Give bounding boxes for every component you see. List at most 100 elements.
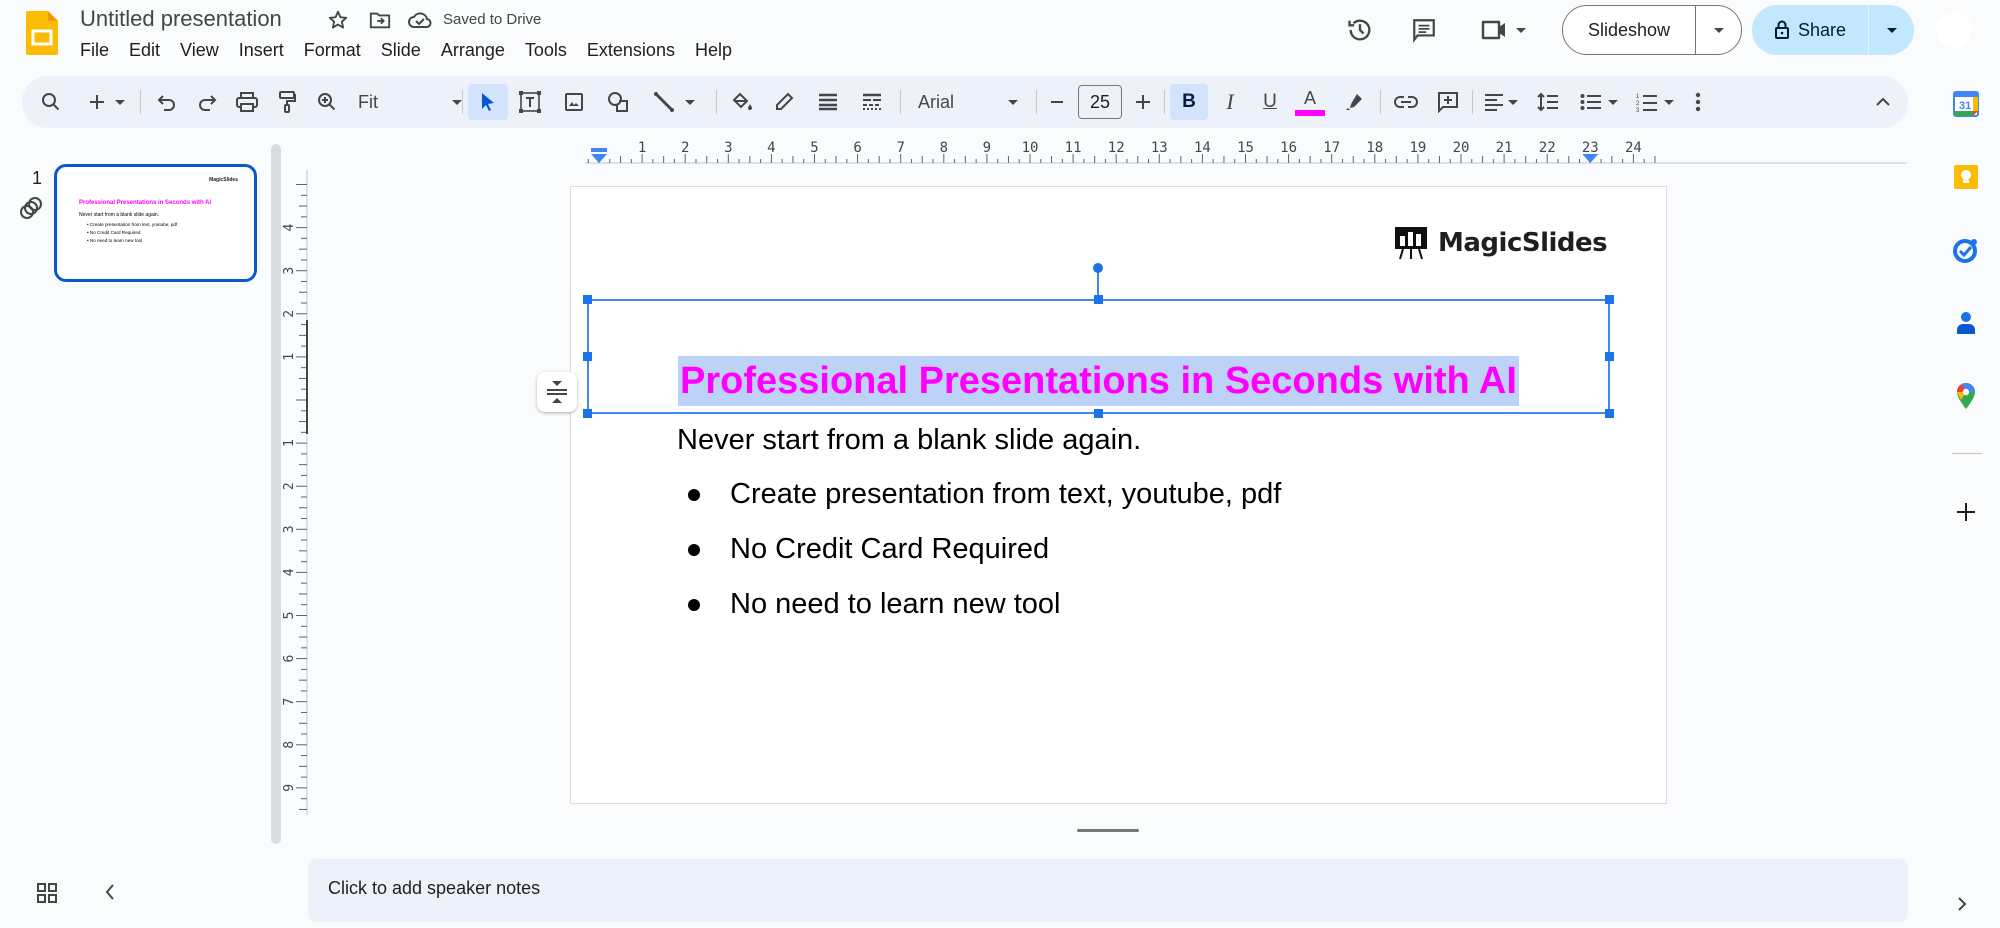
select-tool[interactable] xyxy=(468,84,508,120)
tasks-icon[interactable] xyxy=(1950,234,1982,266)
menu-format[interactable]: Format xyxy=(304,40,371,61)
slide-title[interactable]: Professional Presentations in Seconds wi… xyxy=(678,356,1519,406)
account-avatar[interactable] xyxy=(1936,12,1972,48)
shape-icon[interactable] xyxy=(600,84,636,120)
bold-icon: B xyxy=(1182,91,1196,112)
redo-icon[interactable] xyxy=(192,84,222,120)
autofit-button[interactable] xyxy=(537,372,577,412)
more-options-icon[interactable] xyxy=(1686,84,1710,120)
resize-handle[interactable] xyxy=(1605,352,1614,361)
ruler-label: 6 xyxy=(282,655,297,663)
collapse-filmstrip-icon[interactable] xyxy=(100,882,124,906)
grid-view-icon[interactable] xyxy=(36,882,60,906)
resize-handle[interactable] xyxy=(583,295,592,304)
resize-handle[interactable] xyxy=(1605,409,1614,418)
menu-extensions[interactable]: Extensions xyxy=(587,40,685,61)
numbered-list-icon: 123 xyxy=(1636,94,1657,112)
new-slide-button[interactable] xyxy=(82,84,132,120)
menu-arrange[interactable]: Arrange xyxy=(441,40,515,61)
rotate-handle[interactable] xyxy=(1093,263,1103,273)
menu-help[interactable]: Help xyxy=(695,40,742,61)
save-status: Saved to Drive xyxy=(443,11,542,28)
notes-resize-handle[interactable] xyxy=(1077,829,1139,832)
highlight-color-icon[interactable] xyxy=(1336,84,1372,120)
magicslides-logo[interactable]: MagicSlides xyxy=(1394,226,1608,260)
resize-handle[interactable] xyxy=(1094,409,1103,418)
text-color-button[interactable]: A xyxy=(1292,84,1328,120)
zoom-icon[interactable] xyxy=(312,84,342,120)
menu-view[interactable]: View xyxy=(180,40,229,61)
comments-icon[interactable] xyxy=(1408,14,1440,46)
move-folder-icon[interactable] xyxy=(368,8,392,32)
slide-bullet[interactable]: No Credit Card Required xyxy=(688,533,1049,566)
undo-icon[interactable] xyxy=(152,84,182,120)
chevron-down-icon xyxy=(1608,99,1618,105)
get-add-ons-icon[interactable] xyxy=(1950,496,1982,528)
resize-handle[interactable] xyxy=(1094,295,1103,304)
border-color-icon[interactable] xyxy=(766,84,802,120)
bold-button[interactable]: B xyxy=(1170,84,1208,120)
version-history-icon[interactable] xyxy=(1344,14,1376,46)
zoom-select[interactable]: Fit xyxy=(350,84,470,120)
resize-handle[interactable] xyxy=(583,352,592,361)
ruler-label: 9 xyxy=(282,784,297,792)
search-menus-icon[interactable] xyxy=(36,84,66,120)
paint-format-icon[interactable] xyxy=(272,84,302,120)
align-button[interactable] xyxy=(1478,84,1524,120)
slide-bullet[interactable]: Create presentation from text, youtube, … xyxy=(688,478,1281,511)
decrease-font-size-icon[interactable] xyxy=(1040,84,1074,120)
ruler-label: 4 xyxy=(767,140,775,156)
keep-icon[interactable] xyxy=(1950,161,1982,193)
meet-button[interactable] xyxy=(1478,14,1528,46)
underline-button[interactable]: U xyxy=(1252,84,1288,120)
line-tool[interactable] xyxy=(644,84,704,120)
vertical-ruler[interactable]: 432112345678910 xyxy=(282,170,308,815)
resize-handle[interactable] xyxy=(583,409,592,418)
cloud-saved-icon[interactable] xyxy=(408,8,432,32)
font-size-input[interactable]: 25 xyxy=(1078,85,1122,119)
menu-insert[interactable]: Insert xyxy=(239,40,294,61)
slides-logo-icon[interactable] xyxy=(26,11,58,55)
filmstrip-scrollbar[interactable] xyxy=(271,144,281,844)
add-comment-icon[interactable] xyxy=(1430,84,1466,120)
increase-font-size-icon[interactable] xyxy=(1126,84,1160,120)
menu-slide[interactable]: Slide xyxy=(381,40,431,61)
italic-button[interactable]: I xyxy=(1212,84,1248,120)
ruler-label: 12 xyxy=(1108,140,1125,156)
side-panel-divider xyxy=(1952,453,1982,454)
star-icon[interactable] xyxy=(326,8,350,32)
print-icon[interactable] xyxy=(232,84,262,120)
resize-handle[interactable] xyxy=(1605,295,1614,304)
slideshow-options-button[interactable] xyxy=(1696,27,1741,33)
document-title[interactable]: Untitled presentation xyxy=(80,6,282,32)
slideshow-button[interactable]: Slideshow xyxy=(1563,20,1695,41)
calendar-icon[interactable]: 31 xyxy=(1950,88,1982,120)
fill-color-icon[interactable] xyxy=(724,84,760,120)
menu-edit[interactable]: Edit xyxy=(129,40,170,61)
share-options-button[interactable] xyxy=(1869,27,1914,33)
contacts-icon[interactable] xyxy=(1950,307,1982,339)
slide-subtitle[interactable]: Never start from a blank slide again. xyxy=(677,424,1141,457)
text-box-icon[interactable] xyxy=(512,84,548,120)
border-weight-icon[interactable] xyxy=(810,84,846,120)
insert-link-icon[interactable] xyxy=(1388,84,1424,120)
show-side-panel-icon[interactable] xyxy=(1955,895,1975,915)
hide-menus-icon[interactable] xyxy=(1868,84,1898,120)
horizontal-ruler[interactable]: 1 2 3 4 5 6 7 8 9 10 11 12 13 14 15 16 17 18 19 20 21 22 23 24 xyxy=(585,140,1907,164)
border-dash-icon[interactable] xyxy=(854,84,890,120)
numbered-list-button[interactable]: 123 xyxy=(1630,84,1680,120)
bulleted-list-button[interactable] xyxy=(1574,84,1624,120)
svg-text:31: 31 xyxy=(1959,100,1971,112)
line-spacing-icon[interactable] xyxy=(1530,84,1566,120)
maps-icon[interactable] xyxy=(1950,380,1982,412)
slide-thumbnail[interactable]: MagicSlides Professional Presentations i… xyxy=(54,164,257,282)
font-family-select[interactable]: Arial xyxy=(908,84,1026,120)
speaker-notes[interactable]: Click to add speaker notes xyxy=(308,859,1908,922)
font-family-value: Arial xyxy=(918,91,955,112)
slide-bullet[interactable]: No need to learn new tool xyxy=(688,588,1061,621)
align-left-icon xyxy=(1485,94,1503,111)
menu-file[interactable]: File xyxy=(80,40,119,61)
share-button[interactable]: Share xyxy=(1752,20,1868,41)
menu-tools[interactable]: Tools xyxy=(525,40,577,61)
insert-image-icon[interactable] xyxy=(556,84,592,120)
